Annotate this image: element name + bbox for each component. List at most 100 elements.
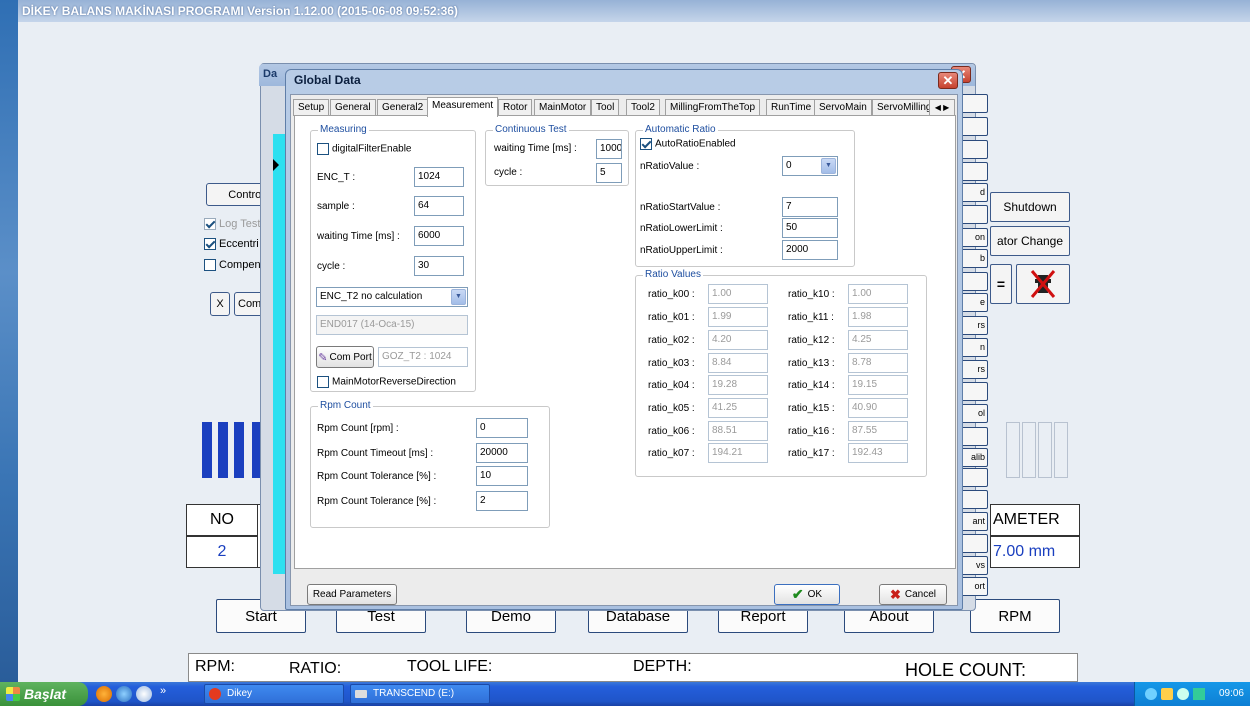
- tray-icon[interactable]: [1177, 688, 1189, 700]
- ratio-values-legend: Ratio Values: [643, 269, 703, 280]
- tab-runtime[interactable]: RunTime: [766, 99, 817, 116]
- sample-input[interactable]: 64: [414, 196, 464, 216]
- continuous-waiting-input[interactable]: 1000: [596, 139, 622, 159]
- quicklaunch-icon[interactable]: [136, 686, 152, 702]
- tab-tool2[interactable]: Tool2: [626, 99, 660, 116]
- operator-change-button[interactable]: ator Change: [990, 226, 1070, 256]
- no-robot-button[interactable]: [1016, 264, 1070, 304]
- small-control-button[interactable]: =: [990, 264, 1012, 304]
- tray-icon[interactable]: [1145, 688, 1157, 700]
- ratio-upper-input[interactable]: 2000: [782, 240, 838, 260]
- ratio-input[interactable]: 88.51: [708, 421, 768, 441]
- ratio-label: ratio_k11 :: [788, 312, 834, 323]
- tab-general2[interactable]: General2: [377, 99, 429, 116]
- start-button[interactable]: Başlat: [0, 682, 88, 706]
- ratio-lower-label: nRatioLowerLimit :: [640, 223, 723, 234]
- taskbar-item-dikey[interactable]: Dikey: [204, 684, 344, 704]
- taskbar: Başlat » Dikey TRANSCEND (E:) 09:06: [0, 682, 1250, 706]
- tab-millingfromthetop[interactable]: MillingFromTheTop: [665, 99, 761, 116]
- auto-ratio-checkbox[interactable]: AutoRatioEnabled: [640, 138, 736, 150]
- read-parameters-button[interactable]: Read Parameters: [307, 584, 397, 605]
- windows-logo-icon: [6, 687, 20, 701]
- taskbar-item-transcend[interactable]: TRANSCEND (E:): [350, 684, 490, 704]
- ratio-input[interactable]: 41.25: [708, 398, 768, 418]
- indicator-bar: [234, 422, 244, 478]
- rpm-button[interactable]: RPM: [970, 599, 1060, 633]
- ratio-input[interactable]: 194.21: [708, 443, 768, 463]
- ratio-input[interactable]: 8.78: [848, 353, 908, 373]
- com-port-button[interactable]: ✎ Com Port: [316, 346, 374, 368]
- ratio-input[interactable]: 1.98: [848, 307, 908, 327]
- dialog-body: Setup General General2 Measurement Rotor…: [290, 94, 958, 606]
- measurement-panel: Measuring digitalFilterEnable ENC_T : 10…: [294, 115, 956, 569]
- continuous-cycle-input[interactable]: 5: [596, 163, 622, 183]
- rpm-count-group: Rpm Count Rpm Count [rpm] : 0 Rpm Count …: [310, 400, 550, 528]
- cycle-label: cycle :: [317, 261, 346, 272]
- quicklaunch-icon[interactable]: [116, 686, 132, 702]
- ratio-input[interactable]: 8.84: [708, 353, 768, 373]
- ratio-input[interactable]: 4.25: [848, 330, 908, 350]
- ratio-input[interactable]: 1.00: [848, 284, 908, 304]
- tray-icon[interactable]: [1193, 688, 1205, 700]
- rpm-timeout-input[interactable]: 20000: [476, 443, 528, 463]
- quicklaunch-icon[interactable]: [96, 686, 112, 702]
- ratio-label: ratio_k01 :: [648, 312, 695, 323]
- ratio-value-select[interactable]: 0 ▼: [782, 156, 838, 176]
- ok-button[interactable]: ✔ OK: [774, 584, 840, 605]
- indicator-bar-empty: [1022, 422, 1036, 478]
- rpm-tolerance-label: Rpm Count Tolerance [%] :: [317, 471, 437, 482]
- tab-general[interactable]: General: [330, 99, 376, 116]
- tab-mainmotor[interactable]: MainMotor: [534, 99, 592, 116]
- waiting-time-input[interactable]: 6000: [414, 226, 464, 246]
- tab-servomilling[interactable]: ServoMilling: [872, 99, 937, 116]
- tray-icon[interactable]: [1161, 688, 1173, 700]
- ratio-input[interactable]: 19.28: [708, 375, 768, 395]
- ratio-input[interactable]: 87.55: [848, 421, 908, 441]
- ratio-input[interactable]: 1.00: [708, 284, 768, 304]
- x-button[interactable]: X: [210, 292, 230, 316]
- reverse-direction-checkbox[interactable]: MainMotorReverseDirection: [317, 376, 456, 388]
- enc-t-input[interactable]: 1024: [414, 167, 464, 187]
- rpm-tolerance-input[interactable]: 10: [476, 466, 528, 486]
- tab-tool[interactable]: Tool: [591, 99, 620, 116]
- tab-rotor[interactable]: Rotor: [498, 99, 533, 116]
- ratio-start-input[interactable]: 7: [782, 197, 838, 217]
- cancel-button[interactable]: ✖ Cancel: [879, 584, 947, 605]
- digital-filter-checkbox[interactable]: digitalFilterEnable: [317, 143, 412, 155]
- quicklaunch-overflow-icon[interactable]: »: [160, 685, 166, 697]
- rpm-tolerance2-label: Rpm Count Tolerance [%] :: [317, 496, 437, 507]
- footer-tool-life: TOOL LIFE:: [407, 658, 493, 675]
- app-icon: [209, 688, 221, 700]
- ratio-label: ratio_k17 :: [788, 448, 835, 459]
- rpm-count-label: Rpm Count [rpm] :: [317, 423, 399, 434]
- no-header: NO: [186, 504, 258, 536]
- ratio-input[interactable]: 4.20: [708, 330, 768, 350]
- ratio-label: ratio_k03 :: [648, 358, 695, 369]
- app-title-bar: DİKEY BALANS MAKİNASI PROGRAMI Version 1…: [18, 0, 1250, 22]
- ratio-input[interactable]: 1.99: [708, 307, 768, 327]
- ratio-lower-input[interactable]: 50: [782, 218, 838, 238]
- clock: 09:06: [1218, 688, 1244, 699]
- calculation-select[interactable]: ENC_T2 no calculation ▼: [316, 287, 468, 307]
- dialog-close-button[interactable]: ✕: [938, 72, 958, 89]
- ratio-input[interactable]: 19.15: [848, 375, 908, 395]
- eccentric-checkbox[interactable]: Eccentri: [204, 238, 259, 251]
- ratio-input[interactable]: 192.43: [848, 443, 908, 463]
- compensate-checkbox[interactable]: Compens: [204, 259, 266, 272]
- parameter-header: AMETER: [990, 504, 1080, 536]
- tab-scroll-arrows[interactable]: ◀ ▶: [929, 99, 955, 116]
- cycle-input[interactable]: 30: [414, 256, 464, 276]
- shutdown-button[interactable]: Shutdown: [990, 192, 1070, 222]
- continuous-legend: Continuous Test: [493, 124, 569, 135]
- ratio-label: ratio_k05 :: [648, 403, 695, 414]
- ratio-input[interactable]: 40.90: [848, 398, 908, 418]
- log-test-checkbox[interactable]: Log Test: [204, 218, 260, 231]
- rpm-tolerance2-input[interactable]: 2: [476, 491, 528, 511]
- tab-servomain[interactable]: ServoMain: [814, 99, 872, 116]
- tab-measurement[interactable]: Measurement: [427, 97, 499, 117]
- rpm-count-input[interactable]: 0: [476, 418, 528, 438]
- ratio-label: ratio_k07 :: [648, 448, 695, 459]
- rpm-timeout-label: Rpm Count Timeout [ms] :: [317, 448, 434, 459]
- tab-setup[interactable]: Setup: [293, 99, 330, 116]
- chevron-down-icon: ▼: [451, 289, 466, 305]
